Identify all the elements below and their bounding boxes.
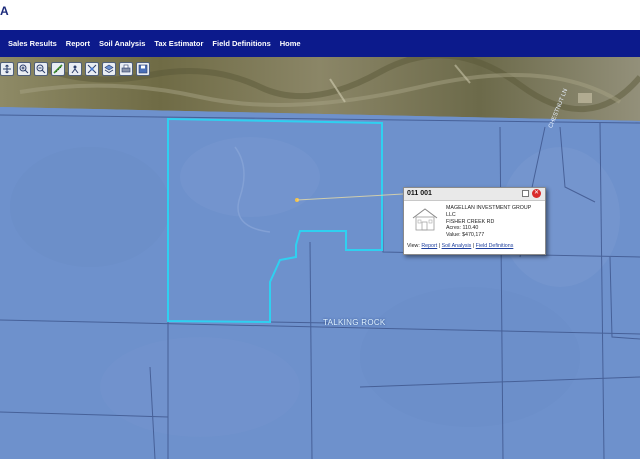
maximize-icon[interactable] (522, 190, 529, 197)
zoom-in-tool-button[interactable] (17, 62, 31, 76)
identify-icon (71, 65, 79, 74)
zoom-in-icon (19, 64, 29, 74)
house-icon (412, 208, 438, 231)
nav-soil-analysis[interactable]: Soil Analysis (99, 39, 145, 48)
layers-tool-button[interactable] (102, 62, 116, 76)
nav-home[interactable]: Home (280, 39, 301, 48)
popup-body: MAGELLAN INVESTMENT GROUP LLC FISHER CRE… (404, 201, 545, 242)
popup-links: View: Report | Soil Analysis | Field Def… (407, 243, 514, 249)
map-view[interactable]: TALKING ROCK CHESTNUT LN 011 001 ✕ MAGEL… (0, 57, 640, 459)
print-tool-button[interactable] (119, 62, 133, 76)
save-icon (138, 64, 148, 74)
nav-tax-estimator[interactable]: Tax Estimator (154, 39, 203, 48)
logo-fragment: A (0, 4, 9, 18)
zoom-out-tool-button[interactable] (34, 62, 48, 76)
report-link[interactable]: Report (421, 243, 437, 249)
pan-icon (3, 64, 11, 74)
parcel-info-popup: 011 001 ✕ MAGELLAN INVESTMENT GROUP LLC … (403, 187, 546, 255)
close-icon[interactable]: ✕ (532, 189, 541, 198)
parcel-value: Value: $470,177 (446, 232, 485, 239)
nav-field-definitions[interactable]: Field Definitions (212, 39, 270, 48)
soil-analysis-link[interactable]: Soil Analysis (442, 243, 472, 249)
measure-tool-button[interactable] (51, 62, 65, 76)
popup-header: 011 001 ✕ (404, 188, 545, 201)
nav-report[interactable]: Report (66, 39, 90, 48)
parcel-id: 011 001 (407, 190, 432, 197)
view-label: View: (407, 243, 420, 249)
measure-icon (53, 64, 63, 74)
map-toolbar (0, 62, 150, 76)
aerial-map-terrain (0, 57, 640, 459)
main-nav: Sales Results Report Soil Analysis Tax E… (0, 30, 640, 57)
road-label-talking-rock: TALKING ROCK (323, 318, 386, 327)
print-icon (121, 64, 131, 73)
owner-name: MAGELLAN INVESTMENT GROUP LLC (446, 205, 532, 218)
full-extent-tool-button[interactable] (85, 62, 99, 76)
save-tool-button[interactable] (136, 62, 150, 76)
field-definitions-link[interactable]: Field Definitions (476, 243, 514, 249)
top-header: A (0, 0, 640, 30)
zoom-out-icon (36, 64, 46, 74)
identify-tool-button[interactable] (68, 62, 82, 76)
parcel-address: FISHER CREEK RD (446, 218, 495, 225)
pan-tool-button[interactable] (0, 62, 14, 76)
full-extent-icon (87, 64, 97, 74)
nav-sales-results[interactable]: Sales Results (8, 39, 57, 48)
layers-icon (104, 64, 114, 73)
parcel-acres: Acres: 110.40 (446, 225, 479, 232)
parcel-details: MAGELLAN INVESTMENT GROUP LLC FISHER CRE… (446, 205, 542, 239)
